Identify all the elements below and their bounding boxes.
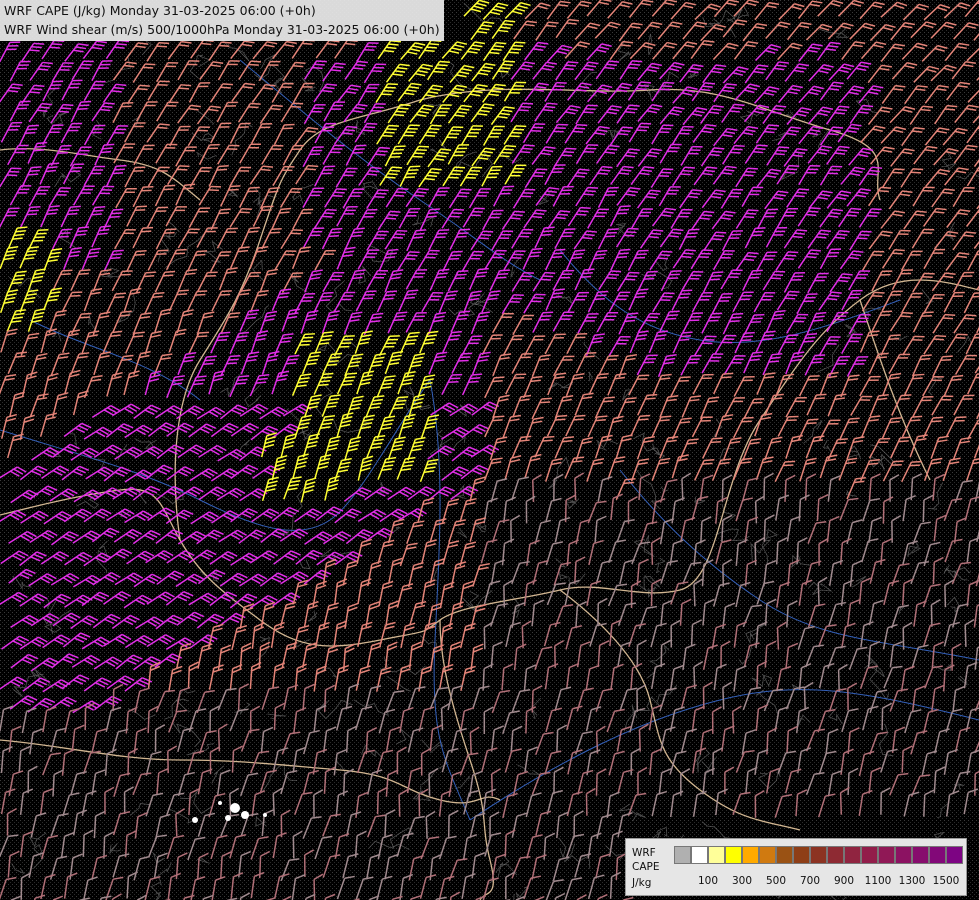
map-canvas bbox=[0, 0, 979, 900]
